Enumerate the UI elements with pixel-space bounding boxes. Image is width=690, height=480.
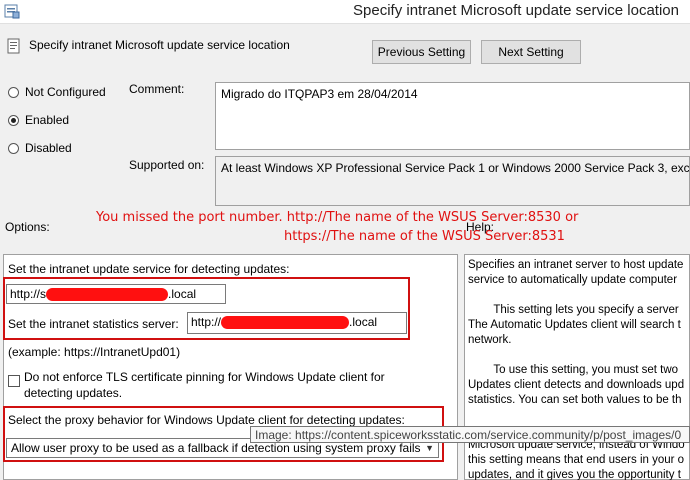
policy-setting-icon <box>7 38 20 54</box>
radio-button[interactable] <box>8 86 19 98</box>
supported-on-label: Supported on: <box>129 158 205 172</box>
proxy-behavior-value: Allow user proxy to be used as a fallbac… <box>11 441 421 455</box>
tls-pinning-label-2: detecting updates. <box>24 386 123 400</box>
image-url-tooltip: Image: https://content.spiceworksstatic.… <box>250 426 690 443</box>
statistics-server-input[interactable]: http:// .local <box>187 312 407 334</box>
previous-setting-button[interactable]: Previous Setting <box>372 40 471 64</box>
next-setting-button[interactable]: Next Setting <box>481 40 581 64</box>
stats-url-suffix: .local <box>349 315 378 329</box>
radio-disabled[interactable]: Disabled <box>8 141 72 155</box>
help-text: Specifies an intranet server to host upd… <box>468 259 685 480</box>
comment-field[interactable]: Migrado do ITQPAP3 em 28/04/2014 <box>215 82 690 150</box>
radio-not-configured[interactable]: Not Configured <box>8 85 106 99</box>
detect-updates-label: Set the intranet update service for dete… <box>8 262 290 276</box>
stats-url-prefix: http:// <box>191 315 222 329</box>
tls-pinning-checkbox[interactable] <box>8 375 20 387</box>
statistics-server-label: Set the intranet statistics server: <box>8 317 179 331</box>
example-text: (example: https://IntranetUpd01) <box>8 345 181 359</box>
comment-label: Comment: <box>129 82 185 96</box>
radio-label: Disabled <box>25 141 72 155</box>
options-label: Options: <box>5 220 50 234</box>
radio-button[interactable] <box>8 114 19 126</box>
detect-updates-input[interactable]: http://s .local <box>6 284 226 304</box>
annotation-line-2: https://The name of the WSUS Server:8531 <box>284 229 565 244</box>
group-policy-app-icon <box>4 4 20 19</box>
radio-label: Not Configured <box>25 85 106 99</box>
annotation-line-1: You missed the port number. http://The n… <box>96 210 579 225</box>
window-title: Specify intranet Microsoft update servic… <box>353 2 679 19</box>
chevron-down-icon: ▼ <box>425 443 434 453</box>
policy-name: Specify intranet Microsoft update servic… <box>29 38 290 52</box>
detect-url-suffix: .local <box>168 287 197 301</box>
redacted-hostname <box>46 288 169 302</box>
tls-pinning-label-1: Do not enforce TLS certificate pinning f… <box>24 370 385 384</box>
detect-url-prefix: http://s <box>10 287 47 301</box>
radio-label: Enabled <box>25 113 70 127</box>
radio-enabled[interactable]: Enabled <box>8 113 69 127</box>
supported-on-field: At least Windows XP Professional Service… <box>215 156 690 206</box>
redacted-hostname <box>221 316 350 330</box>
proxy-behavior-label: Select the proxy behavior for Windows Up… <box>8 413 405 427</box>
radio-button[interactable] <box>8 142 19 154</box>
